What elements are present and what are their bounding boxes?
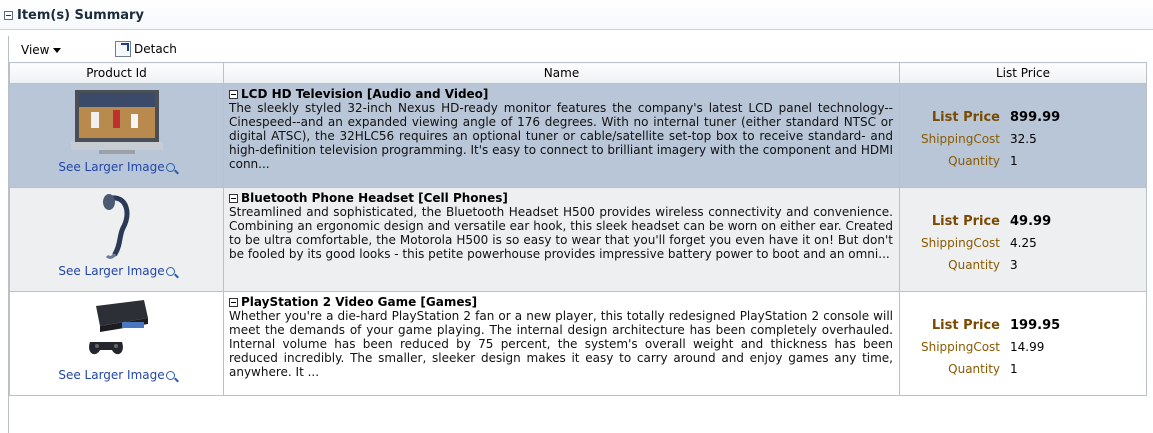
collapse-icon[interactable]	[4, 11, 13, 20]
product-title: PlayStation 2 Video Game [Games]	[229, 295, 893, 309]
see-larger-image-link[interactable]: See Larger Image	[10, 368, 223, 382]
see-larger-image-label: See Larger Image	[58, 160, 165, 174]
table-row[interactable]: See Larger Image LCD HD Television [Audi…	[9, 83, 1147, 188]
table-row[interactable]: See Larger Image Bluetooth Phone Headset…	[9, 187, 1147, 292]
shipping-cost-value: 14.99	[1010, 340, 1045, 354]
section-header: Item(s) Summary	[0, 0, 1153, 30]
shipping-cost-label: ShippingCost	[920, 132, 1000, 146]
toolbar: View Detach	[9, 36, 1146, 62]
detach-icon	[115, 41, 131, 57]
items-table: Product Id Name List Price See Larger Im…	[9, 62, 1147, 396]
quantity-label: Quantity	[948, 362, 1000, 376]
items-panel: View Detach Product Id Name List Price S…	[8, 36, 1153, 433]
product-title-text: Bluetooth Phone Headset [Cell Phones]	[241, 191, 508, 205]
section-title: Item(s) Summary	[17, 8, 144, 23]
collapse-icon[interactable]	[229, 89, 238, 99]
product-title: LCD HD Television [Audio and Video]	[229, 87, 893, 101]
zoom-icon	[165, 371, 175, 380]
list-price-label: List Price	[931, 318, 1000, 333]
product-image-headset	[102, 194, 129, 259]
column-header-product-id[interactable]: Product Id	[9, 62, 224, 84]
list-price-value: 49.99	[1010, 214, 1052, 229]
product-description: Streamlined and sophisticated, the Bluet…	[229, 205, 893, 261]
view-menu-button[interactable]: View	[21, 43, 62, 57]
zoom-icon	[165, 267, 175, 276]
shipping-cost-value: 32.5	[1010, 132, 1037, 146]
quantity-label: Quantity	[948, 154, 1000, 168]
quantity-value: 1	[1010, 362, 1018, 376]
shipping-cost-value: 4.25	[1010, 236, 1037, 250]
list-price-value: 199.95	[1010, 318, 1061, 333]
detach-button[interactable]: Detach	[115, 41, 177, 57]
collapse-icon[interactable]	[229, 297, 238, 307]
product-title-text: PlayStation 2 Video Game [Games]	[241, 295, 478, 309]
view-menu-label: View	[21, 43, 50, 57]
detach-label: Detach	[134, 42, 177, 56]
product-description: Whether you're a die-hard PlayStation 2 …	[229, 309, 893, 379]
product-title: Bluetooth Phone Headset [Cell Phones]	[229, 191, 893, 205]
zoom-icon	[165, 163, 175, 172]
see-larger-image-link[interactable]: See Larger Image	[10, 160, 223, 174]
quantity-value: 1	[1010, 154, 1018, 168]
collapse-icon[interactable]	[229, 193, 238, 203]
see-larger-image-label: See Larger Image	[58, 368, 165, 382]
shipping-cost-label: ShippingCost	[920, 236, 1000, 250]
list-price-label: List Price	[931, 110, 1000, 125]
list-price-label: List Price	[931, 214, 1000, 229]
quantity-value: 3	[1010, 258, 1018, 272]
product-image-tv	[70, 90, 163, 154]
product-title-text: LCD HD Television [Audio and Video]	[241, 87, 489, 101]
table-row[interactable]: See Larger Image PlayStation 2 Video Gam…	[9, 291, 1147, 396]
column-header-name[interactable]: Name	[223, 62, 900, 84]
see-larger-image-label: See Larger Image	[58, 264, 165, 278]
product-image-console	[88, 300, 148, 355]
list-price-value: 899.99	[1010, 110, 1061, 125]
column-header-list-price[interactable]: List Price	[899, 62, 1147, 84]
product-description: The sleekly styled 32-inch Nexus HD-read…	[229, 101, 893, 171]
shipping-cost-label: ShippingCost	[920, 340, 1000, 354]
quantity-label: Quantity	[948, 258, 1000, 272]
chevron-down-icon	[53, 48, 62, 53]
see-larger-image-link[interactable]: See Larger Image	[10, 264, 223, 278]
